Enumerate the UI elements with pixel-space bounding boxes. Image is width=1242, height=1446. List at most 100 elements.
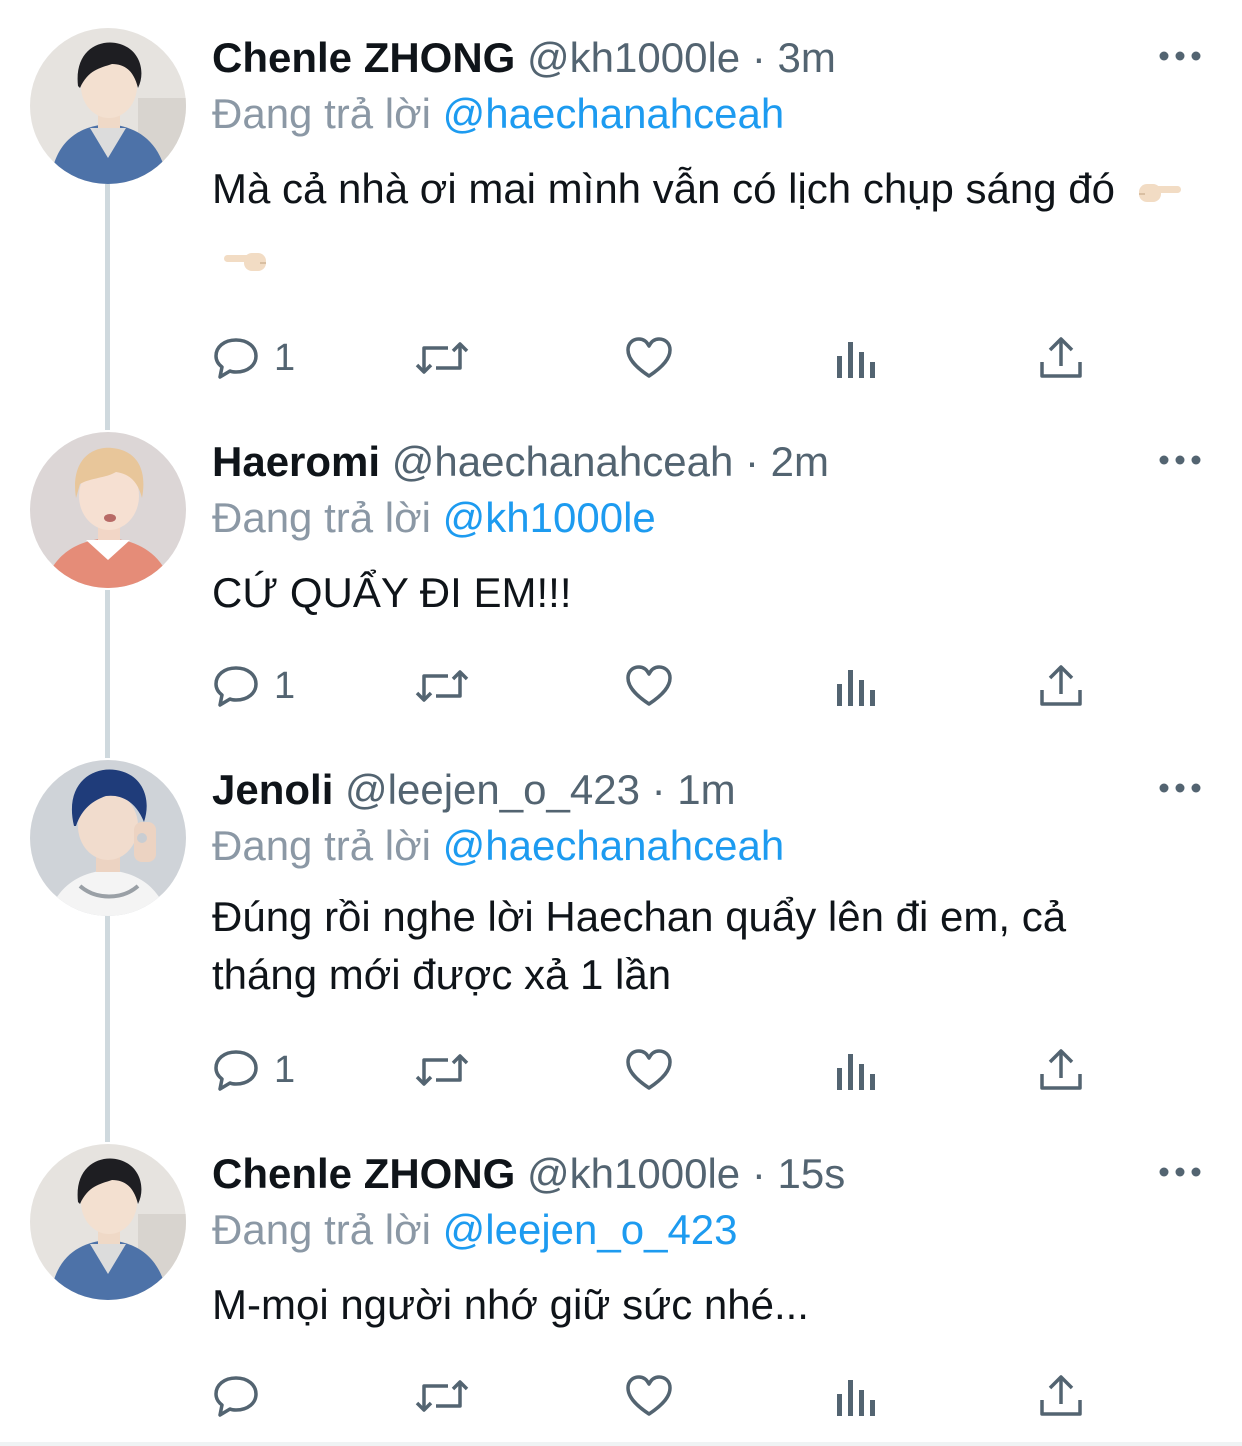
mention-link[interactable]: @haechanahceah	[443, 822, 785, 869]
replying-prefix: Đang trả lời	[212, 1206, 431, 1253]
retweet-icon	[414, 334, 470, 382]
pointing-left-icon	[220, 228, 270, 294]
tweet-header: Chenle ZHONG @kh1000le · 3m	[212, 28, 836, 88]
display-name[interactable]: Haeromi	[212, 438, 380, 485]
replying-to: Đang trả lời @haechanahceah	[212, 84, 784, 144]
replying-to: Đang trả lời @kh1000le	[212, 488, 656, 548]
reply-icon	[212, 1372, 260, 1420]
share-icon	[1038, 1372, 1084, 1420]
reply-count: 1	[274, 1049, 296, 1091]
like-button[interactable]	[624, 1042, 674, 1098]
tweet-header: Jenoli @leejen_o_423 · 1m	[212, 760, 736, 820]
tweet-actions: 1	[212, 658, 1112, 714]
retweet-icon	[414, 1046, 470, 1094]
tweet[interactable]: Chenle ZHONG @kh1000le · 3m Đang trả lời…	[0, 28, 1242, 398]
reply-button[interactable]: 1	[212, 1042, 295, 1098]
reply-count: 1	[274, 337, 296, 379]
tweet-header: Haeromi @haechanahceah · 2m	[212, 432, 829, 492]
retweet-icon	[414, 662, 470, 710]
more-options-icon[interactable]	[1156, 1152, 1204, 1192]
user-handle[interactable]: @kh1000le	[527, 34, 740, 81]
avatar[interactable]	[30, 1144, 186, 1300]
tweet-text: Mà cả nhà ơi mai mình vẫn có lịch chụp s…	[212, 156, 1212, 294]
analytics-icon	[834, 334, 878, 382]
timestamp[interactable]: 1m	[677, 766, 735, 813]
like-icon	[624, 662, 674, 710]
reply-button[interactable]	[212, 1368, 260, 1424]
share-icon	[1038, 1046, 1084, 1094]
tweet-text-content: CỨ QUẨY ĐI EM!!!	[212, 569, 572, 616]
reply-button[interactable]: 1	[212, 330, 295, 386]
share-button[interactable]	[1038, 1368, 1084, 1424]
tweet-text: CỨ QUẨY ĐI EM!!!	[212, 560, 1212, 626]
tweet-actions: 1	[212, 330, 1112, 386]
like-button[interactable]	[624, 330, 674, 386]
retweet-icon	[414, 1372, 470, 1420]
retweet-button[interactable]	[414, 1042, 470, 1098]
tweet[interactable]: Haeromi @haechanahceah · 2m Đang trả lời…	[0, 432, 1242, 722]
like-icon	[624, 1372, 674, 1420]
analytics-icon	[834, 1046, 878, 1094]
pointing-right-icon	[1135, 159, 1185, 225]
retweet-button[interactable]	[414, 1368, 470, 1424]
retweet-button[interactable]	[414, 658, 470, 714]
analytics-button[interactable]	[834, 330, 878, 386]
divider	[0, 1442, 1242, 1446]
tweet-text-content: M-mọi người nhớ giữ sức nhé...	[212, 1281, 809, 1328]
reply-icon	[212, 334, 260, 382]
separator-dot: ·	[751, 34, 766, 81]
replying-prefix: Đang trả lời	[212, 494, 431, 541]
separator-dot: ·	[751, 1150, 766, 1197]
share-button[interactable]	[1038, 658, 1084, 714]
share-button[interactable]	[1038, 1042, 1084, 1098]
mention-link[interactable]: @kh1000le	[443, 494, 656, 541]
tweet-text-content: Mà cả nhà ơi mai mình vẫn có lịch chụp s…	[212, 165, 1116, 212]
more-options-icon[interactable]	[1156, 768, 1204, 808]
share-button[interactable]	[1038, 330, 1084, 386]
tweet[interactable]: Jenoli @leejen_o_423 · 1m Đang trả lời @…	[0, 760, 1242, 1100]
like-icon	[624, 1046, 674, 1094]
more-options-icon[interactable]	[1156, 36, 1204, 76]
avatar[interactable]	[30, 432, 186, 588]
replying-prefix: Đang trả lời	[212, 822, 431, 869]
tweet-actions	[212, 1368, 1112, 1424]
mention-link[interactable]: @haechanahceah	[443, 90, 785, 137]
replying-to: Đang trả lời @leejen_o_423	[212, 1200, 738, 1260]
share-icon	[1038, 662, 1084, 710]
analytics-button[interactable]	[834, 1042, 878, 1098]
reply-icon	[212, 662, 260, 710]
tweet[interactable]: Chenle ZHONG @kh1000le · 15s Đang trả lờ…	[0, 1144, 1242, 1424]
like-button[interactable]	[624, 1368, 674, 1424]
mention-link[interactable]: @leejen_o_423	[443, 1206, 738, 1253]
tweet-text: M-mọi người nhớ giữ sức nhé...	[212, 1272, 1212, 1338]
display-name[interactable]: Chenle ZHONG	[212, 34, 515, 81]
user-handle[interactable]: @leejen_o_423	[345, 766, 640, 813]
avatar[interactable]	[30, 760, 186, 916]
user-handle[interactable]: @haechanahceah	[392, 438, 734, 485]
display-name[interactable]: Jenoli	[212, 766, 333, 813]
timestamp[interactable]: 2m	[771, 438, 829, 485]
separator-dot: ·	[744, 438, 759, 485]
more-options-icon[interactable]	[1156, 440, 1204, 480]
replying-prefix: Đang trả lời	[212, 90, 431, 137]
timestamp[interactable]: 3m	[778, 34, 836, 81]
share-icon	[1038, 334, 1084, 382]
reply-count: 1	[274, 665, 296, 707]
display-name[interactable]: Chenle ZHONG	[212, 1150, 515, 1197]
tweet-header: Chenle ZHONG @kh1000le · 15s	[212, 1144, 845, 1204]
analytics-icon	[834, 1372, 878, 1420]
like-button[interactable]	[624, 658, 674, 714]
analytics-button[interactable]	[834, 1368, 878, 1424]
like-icon	[624, 334, 674, 382]
retweet-button[interactable]	[414, 330, 470, 386]
user-handle[interactable]: @kh1000le	[527, 1150, 740, 1197]
tweet-actions: 1	[212, 1042, 1112, 1098]
separator-dot: ·	[651, 766, 666, 813]
analytics-button[interactable]	[834, 658, 878, 714]
replying-to: Đang trả lời @haechanahceah	[212, 816, 784, 876]
tweet-text: Đúng rồi nghe lời Haechan quẩy lên đi em…	[212, 888, 1172, 1004]
reply-button[interactable]: 1	[212, 658, 295, 714]
timestamp[interactable]: 15s	[778, 1150, 846, 1197]
analytics-icon	[834, 662, 878, 710]
avatar[interactable]	[30, 28, 186, 184]
